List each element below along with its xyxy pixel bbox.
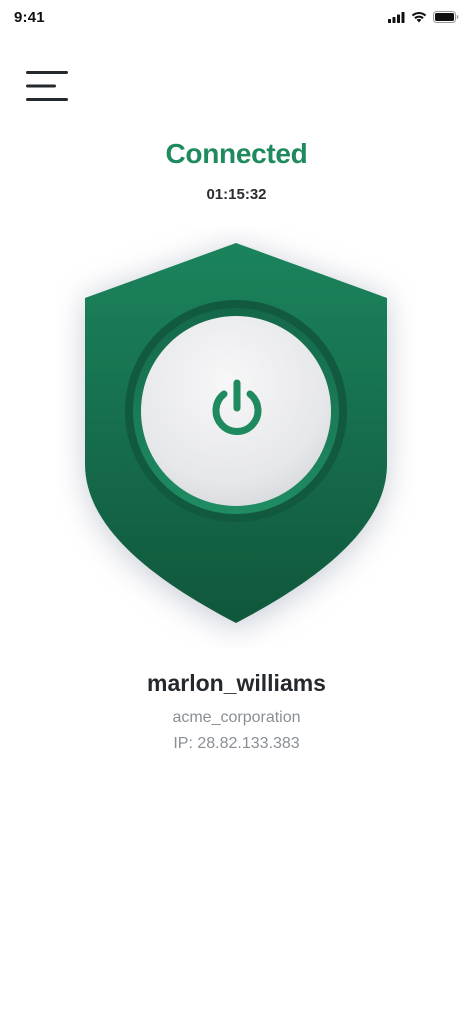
status-time: 9:41 — [14, 9, 45, 26]
signal-icon — [388, 11, 405, 23]
hamburger-menu-icon — [26, 71, 68, 101]
username: marlon_williams — [147, 670, 326, 696]
status-bar: 9:41 — [0, 0, 473, 34]
menu-button[interactable] — [25, 66, 69, 106]
connection-timer: 01:15:32 — [206, 186, 267, 203]
status-icons — [388, 10, 459, 24]
ip-label: IP: — [173, 735, 193, 752]
power-button[interactable] — [141, 316, 331, 506]
ip-address-row: IP: 28.82.133.383 — [0, 735, 473, 753]
connection-status: Connected — [165, 138, 308, 169]
organization: acme_corporation — [172, 709, 301, 726]
ip-address: 28.82.133.383 — [197, 735, 300, 752]
battery-icon — [433, 11, 459, 23]
wifi-icon — [411, 11, 427, 23]
